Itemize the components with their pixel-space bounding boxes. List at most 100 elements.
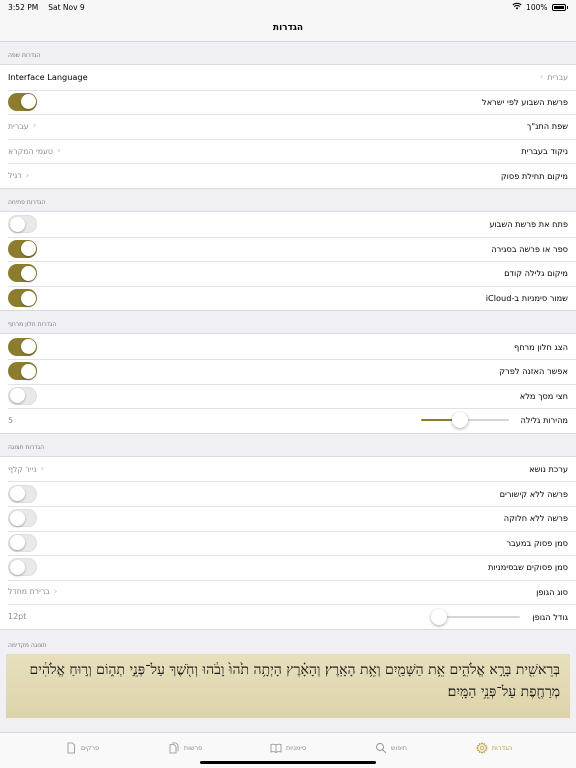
- tab-settings[interactable]: הגדרות: [443, 741, 546, 754]
- tab-label: פרשות: [183, 743, 203, 752]
- row-interface-language[interactable]: Interface Language עברית ›: [0, 65, 576, 90]
- row-label: ניקוד בעברית: [521, 146, 568, 157]
- toggle-icloud[interactable]: [8, 289, 37, 308]
- row-value: ‹ טעמי המקרא: [8, 146, 61, 157]
- row-icloud: שמור סימניות ב-iCloud: [0, 285, 576, 311]
- toggle-mark-verse[interactable]: [8, 533, 37, 552]
- row-half-screen: חצי מסך מלא: [0, 383, 576, 409]
- row-verse-start[interactable]: ‹ רגיל מיקום תחילת פסוק: [0, 163, 576, 188]
- row-open-weekly: פתח את פרשת השבוע: [0, 212, 576, 237]
- row-label: פתח את פרשת השבוע: [489, 219, 568, 230]
- scroll-speed-slider[interactable]: [420, 412, 509, 429]
- row-mark-bookmarks: סמן פסוקים שבסימניות: [0, 555, 576, 580]
- row-value: ‹ נייר קלף: [8, 464, 45, 475]
- row-theme[interactable]: ‹ נייר קלף ערכת נושא: [0, 457, 576, 482]
- row-label: Interface Language: [8, 72, 88, 83]
- row-label: פרשת השבוע לפי ישראל: [482, 96, 568, 107]
- row-label: שפת התנ"ך: [526, 121, 568, 132]
- row-israel-parasha: פרשת השבוע לפי ישראל: [0, 89, 576, 115]
- row-label: ספר או פרשה בסגירה: [491, 243, 568, 254]
- group-opening: פתח את פרשת השבוע ספר או פרשה בסגירה מיק…: [0, 210, 576, 312]
- row-label: סמן פסוקים שבסימניות: [487, 562, 568, 573]
- section-header-language: הגדרות שפה: [8, 52, 41, 59]
- row-no-links: פרשה ללא קישורים: [0, 481, 576, 506]
- row-font-size: 12pt גודל הגופן: [0, 604, 576, 629]
- chevron-left-icon: ‹: [57, 146, 61, 157]
- tab-search[interactable]: חיפוש: [340, 742, 443, 754]
- toggle-book-on-close[interactable]: [8, 239, 37, 258]
- slider-thumb[interactable]: [452, 412, 469, 429]
- toggle-open-weekly[interactable]: [8, 215, 37, 234]
- section-header-preview: תצוגה מקדימה: [8, 641, 47, 649]
- row-value: ‹ עברית: [8, 121, 37, 132]
- section-header-display: הגדרות תצוגה: [8, 443, 45, 451]
- status-bar: 3:52 PM Sat Nov 9 100%: [0, 0, 576, 14]
- toggle-show-floating[interactable]: [8, 337, 37, 356]
- battery-percent: 100%: [526, 2, 548, 12]
- tab-chapters[interactable]: פרקים: [31, 742, 134, 754]
- row-label: סוג הגופן: [536, 586, 568, 597]
- row-label: אפשר האזנה לפרק: [499, 366, 568, 377]
- section-header-floating: הגדרות חלון מרחף: [8, 321, 57, 329]
- font-size-value: 12pt: [8, 612, 27, 622]
- slider-thumb[interactable]: [430, 608, 447, 625]
- toggle-no-links[interactable]: [8, 484, 37, 503]
- tab-label: הגדרות: [491, 743, 513, 752]
- tab-bar: פרקים פרשות סימניות חיפוש הגדרות: [0, 732, 576, 768]
- chevron-right-icon: ›: [539, 72, 544, 83]
- tab-label: סימניות: [285, 743, 307, 752]
- font-size-slider[interactable]: [430, 608, 521, 625]
- row-font-type[interactable]: ‹ ברירת מחדל סוג הגופן: [0, 579, 576, 605]
- row-label: הצג חלון מרחף: [513, 341, 568, 352]
- page-title: הגדרות: [272, 22, 304, 33]
- row-label: ערכת נושא: [529, 464, 568, 475]
- row-value: ‹ רגיל: [8, 170, 30, 181]
- preview-text: בְּרֵאשִׁ֖ית בָּרָ֣א אֱלֹהִ֑ים אֵ֥ת הַשָ…: [6, 653, 570, 718]
- chevron-left-icon: ‹: [40, 464, 45, 475]
- row-label: חצי מסך מלא: [519, 390, 568, 401]
- chevron-left-icon: ‹: [53, 586, 58, 597]
- wifi-icon: [512, 2, 522, 12]
- chevron-left-icon: ‹: [32, 121, 37, 132]
- status-date: Sat Nov 9: [48, 2, 85, 12]
- gear-icon: [475, 741, 488, 754]
- section-header-opening: הגדרות פתיחה: [8, 198, 46, 206]
- status-time: 3:52 PM: [8, 2, 39, 12]
- document-icon: [67, 742, 75, 753]
- tab-bookmarks[interactable]: סימניות: [237, 742, 340, 754]
- row-value: ‹ ברירת מחדל: [8, 586, 58, 597]
- settings-list[interactable]: הגדרות שפה Interface Language עברית › פרש…: [0, 42, 576, 732]
- row-hebrew-nikud[interactable]: ‹ טעמי המקרא ניקוד בעברית: [0, 138, 576, 164]
- book-icon: [270, 743, 282, 753]
- tab-label: פרקים: [80, 743, 100, 752]
- row-book-on-close: ספר או פרשה בסגירה: [0, 236, 576, 262]
- row-label: פרשה ללא חלוקה: [503, 513, 568, 524]
- toggle-half-screen[interactable]: [8, 386, 37, 405]
- row-tanakh-language[interactable]: ‹ עברית שפת התנ"ך: [0, 114, 576, 139]
- toggle-allow-listen[interactable]: [8, 362, 37, 381]
- battery-icon: [551, 3, 566, 11]
- tab-portions[interactable]: פרשות: [134, 742, 237, 754]
- group-language: Interface Language עברית › פרשת השבוע לפי…: [0, 64, 576, 189]
- home-indicator[interactable]: [200, 761, 376, 764]
- row-scroll-speed: 5 מהירות גלילה: [0, 408, 576, 433]
- nav-bar: הגדרות: [0, 14, 576, 42]
- toggle-no-division[interactable]: [8, 509, 37, 528]
- row-label: מיקום תחילת פסוק: [500, 170, 568, 181]
- group-display: ‹ נייר קלף ערכת נושא פרשה ללא קישורים פרש…: [0, 455, 576, 630]
- search-icon: [375, 742, 387, 753]
- row-allow-listen: אפשר האזנה לפרק: [0, 358, 576, 384]
- row-show-floating: הצג חלון מרחף: [0, 334, 576, 359]
- row-label: פרשה ללא קישורים: [499, 488, 568, 499]
- row-label: מיקום גלילה קודם: [504, 268, 568, 279]
- scroll-speed-value: 5: [8, 415, 14, 425]
- row-label: מהירות גלילה: [520, 415, 568, 426]
- chevron-left-icon: ‹: [25, 170, 30, 181]
- row-label: גודל הגופן: [532, 611, 568, 622]
- toggle-israel-parasha[interactable]: [8, 92, 37, 111]
- toggle-previous-scroll[interactable]: [8, 264, 37, 283]
- toggle-mark-bookmarks[interactable]: [8, 558, 37, 577]
- row-previous-scroll: מיקום גלילה קודם: [0, 261, 576, 286]
- documents-icon: [169, 742, 179, 753]
- row-value: עברית ›: [539, 72, 568, 83]
